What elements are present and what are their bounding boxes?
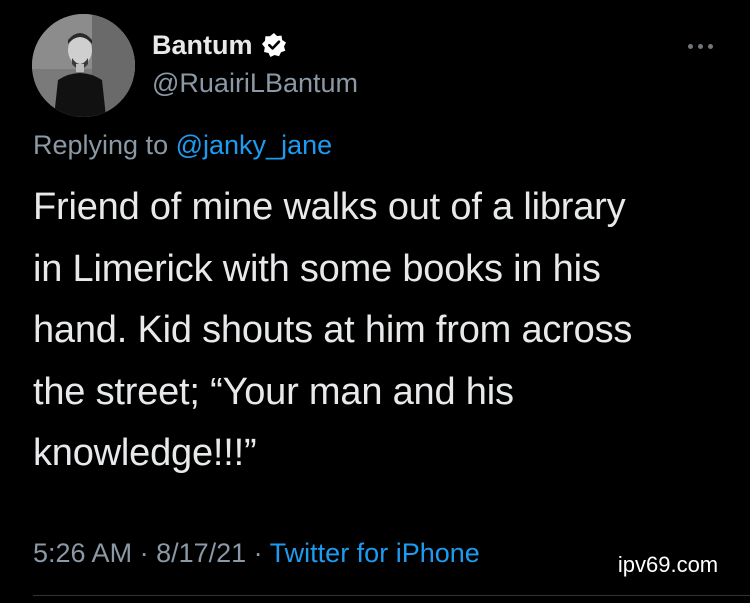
tweet-meta: 5:26 AM · 8/17/21 · Twitter for iPhone: [33, 535, 480, 571]
meta-separator: ·: [132, 538, 157, 568]
tweet: Bantum @RuairiLBantum Replying to @janky…: [0, 0, 750, 603]
more-horizontal-icon[interactable]: [683, 36, 717, 56]
tweet-text: Friend of mine walks out of a library in…: [33, 177, 723, 485]
more-dot: [707, 43, 713, 49]
tweet-date[interactable]: 8/17/21: [156, 538, 246, 568]
avatar[interactable]: [32, 14, 135, 117]
verified-badge-icon: [261, 32, 287, 58]
tweet-text-line: the street; “Your man and his: [33, 370, 514, 413]
tweet-source-link[interactable]: Twitter for iPhone: [270, 538, 480, 568]
meta-separator: ·: [246, 538, 270, 568]
tweet-text-line: hand. Kid shouts at him from across: [33, 309, 633, 351]
tweet-text-line: knowledge!!!”: [33, 432, 257, 474]
tweet-text-line: Friend of mine walks out of a library: [33, 186, 626, 228]
author-name-row[interactable]: Bantum: [152, 28, 287, 62]
more-dot: [697, 43, 703, 49]
author-display-name[interactable]: Bantum: [152, 28, 253, 62]
divider: [33, 595, 750, 596]
reply-mention-link[interactable]: @janky_jane: [176, 130, 333, 160]
replying-to-prefix: Replying to: [33, 130, 169, 160]
author-handle[interactable]: @RuairiLBantum: [152, 66, 358, 100]
avatar-photo: [32, 14, 135, 117]
tweet-text-line: in Limerick with some books in his: [33, 247, 601, 290]
tweet-time[interactable]: 5:26 AM: [33, 538, 132, 568]
watermark: ipv69.com: [606, 547, 730, 583]
more-dot: [687, 43, 693, 49]
replying-to: Replying to @janky_jane: [33, 127, 332, 163]
